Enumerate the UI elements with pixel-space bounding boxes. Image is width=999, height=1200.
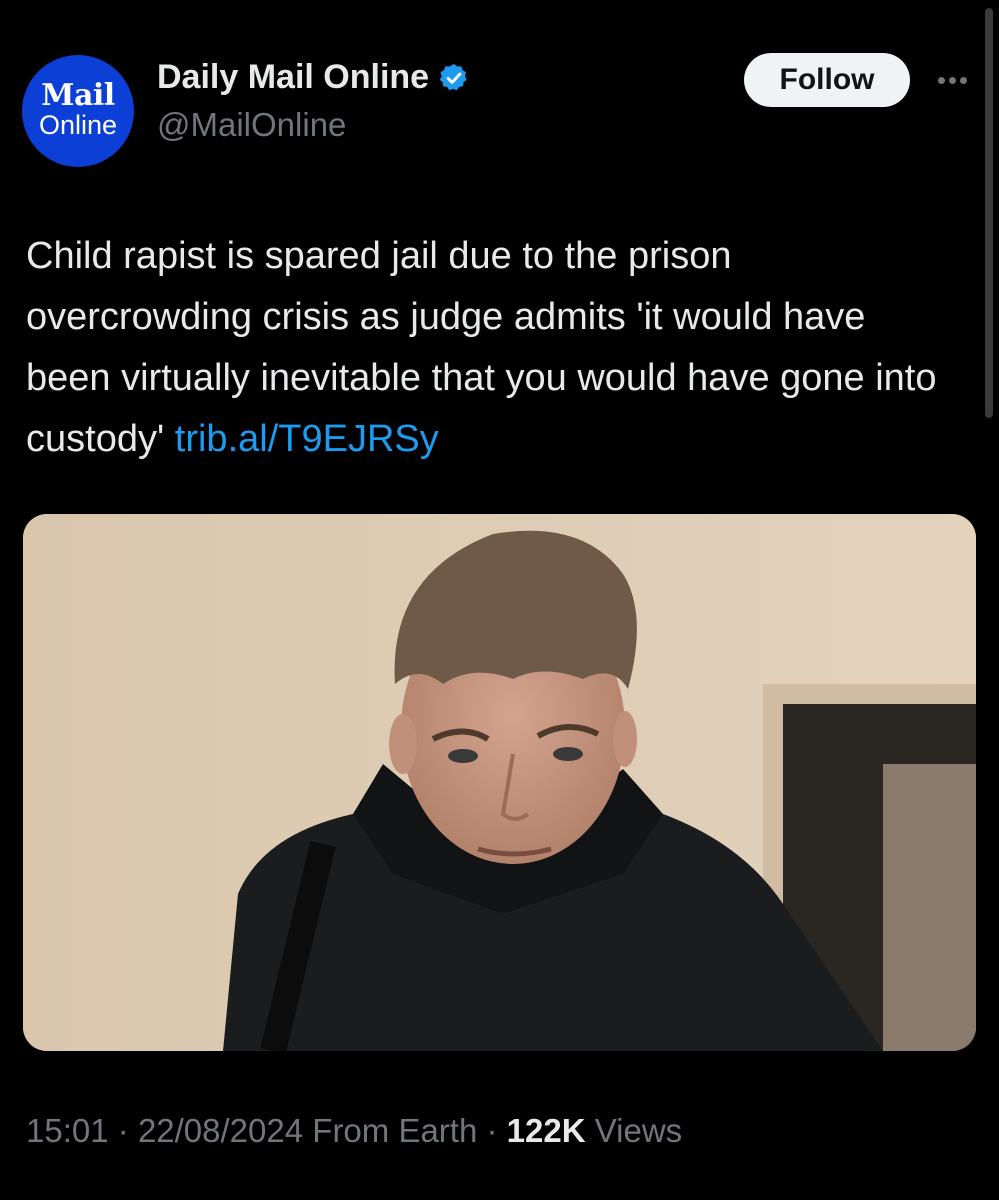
more-dot	[937, 76, 945, 84]
tweet-meta: 15:01 · 22/08/2024 From Earth · 122K Vie…	[26, 1112, 682, 1150]
verified-badge-icon	[439, 63, 467, 90]
avatar-logo-online: Online	[38, 110, 118, 140]
more-dot	[959, 76, 967, 84]
avatar-logo-mail: Mail	[41, 78, 115, 113]
author-name-row: Daily Mail Online	[157, 58, 470, 97]
tweet-time[interactable]: 15:01	[26, 1112, 109, 1149]
more-options-icon[interactable]	[930, 60, 974, 100]
views-label: Views	[594, 1112, 683, 1149]
tweet-body: Child rapist is spared jail due to the p…	[26, 235, 937, 460]
author-handle[interactable]: @MailOnline	[157, 106, 346, 144]
author-display-name[interactable]: Daily Mail Online	[157, 58, 429, 97]
meta-separator: ·	[486, 1112, 498, 1149]
tweet-location: From Earth	[312, 1112, 478, 1149]
tweet-date[interactable]: 22/08/2024	[138, 1112, 303, 1149]
more-dot	[948, 76, 956, 84]
avatar[interactable]: Mail Online	[22, 55, 134, 167]
scrollbar[interactable]	[985, 8, 993, 418]
meta-separator: ·	[117, 1112, 129, 1149]
tweet: Mail Online Daily Mail Online @MailOnlin…	[0, 0, 999, 1200]
photo-man-in-black-jacket	[23, 514, 976, 1051]
follow-button[interactable]: Follow	[744, 53, 910, 107]
tweet-link[interactable]: trib.al/T9EJRSy	[175, 418, 439, 460]
views-count[interactable]: 122K	[507, 1112, 586, 1149]
tweet-text: Child rapist is spared jail due to the p…	[26, 226, 946, 470]
tweet-photo[interactable]	[23, 514, 976, 1051]
